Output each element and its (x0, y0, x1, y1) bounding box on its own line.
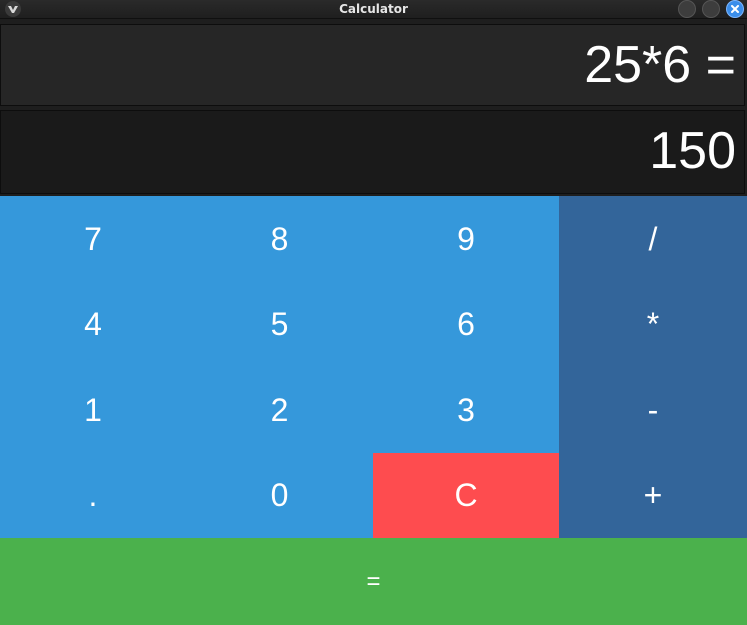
result-display: 150 (0, 110, 745, 194)
key-5[interactable]: 5 (186, 282, 373, 367)
clear-button[interactable]: C (373, 453, 559, 538)
close-icon (731, 5, 739, 13)
title-bar[interactable]: Calculator (0, 0, 747, 19)
key-4[interactable]: 4 (0, 282, 186, 367)
window-title: Calculator (339, 2, 408, 16)
key-multiply[interactable]: * (559, 282, 747, 367)
calculator-window: Calculator 25*6 = 150 7 8 9 / 4 5 6 * 1 … (0, 0, 747, 625)
maximize-button[interactable] (702, 0, 720, 18)
keypad: 7 8 9 / 4 5 6 * 1 2 3 - . 0 C + (0, 196, 747, 538)
minimize-button[interactable] (678, 0, 696, 18)
equals-button[interactable]: = (0, 538, 747, 625)
key-8[interactable]: 8 (186, 196, 373, 282)
key-subtract[interactable]: - (559, 367, 747, 453)
key-7[interactable]: 7 (0, 196, 186, 282)
key-1[interactable]: 1 (0, 367, 186, 453)
key-3[interactable]: 3 (373, 367, 559, 453)
key-0[interactable]: 0 (186, 453, 373, 538)
key-divide[interactable]: / (559, 196, 747, 282)
key-add[interactable]: + (559, 453, 747, 538)
expression-display: 25*6 = (0, 24, 745, 106)
key-2[interactable]: 2 (186, 367, 373, 453)
key-6[interactable]: 6 (373, 282, 559, 367)
key-9[interactable]: 9 (373, 196, 559, 282)
close-button[interactable] (726, 0, 744, 18)
key-decimal[interactable]: . (0, 453, 186, 538)
